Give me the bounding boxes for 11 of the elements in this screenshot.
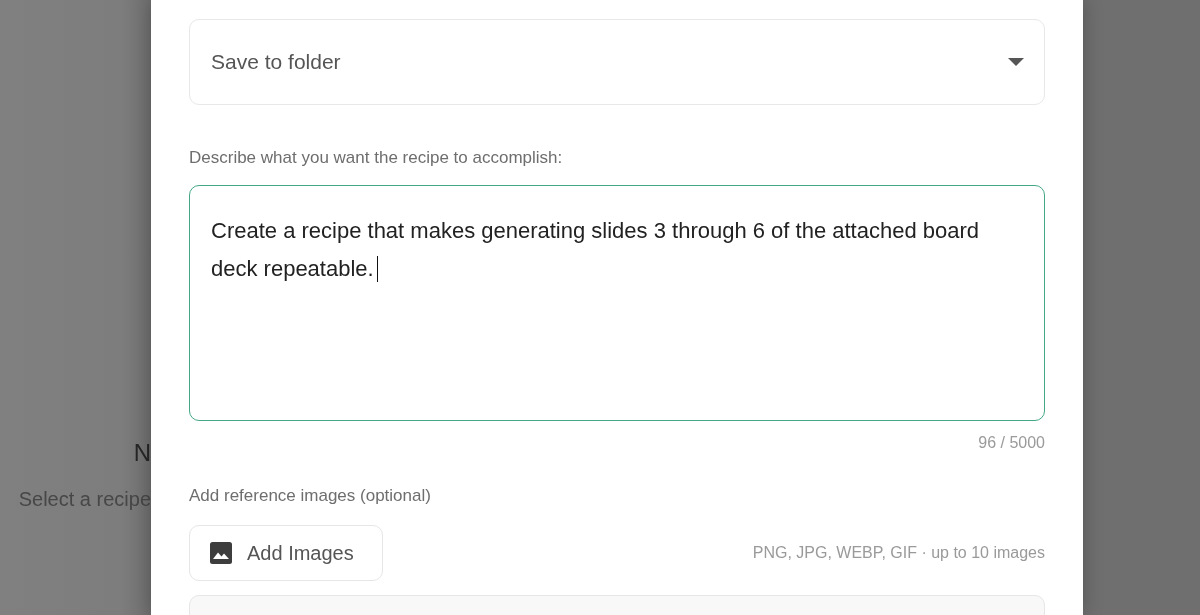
- page-heading: N: [133, 439, 151, 467]
- field-label: Describe what you want the recipe to accomplish:: [189, 147, 564, 169]
- character-counter: 96 / 5000: [978, 433, 1045, 453]
- file-type-hint: PNG, JPG, WEBP, GIF · up to 10 images: [752, 543, 1045, 563]
- add-images-button[interactable]: Add Images: [189, 525, 383, 581]
- text-cursor-icon: [376, 256, 379, 282]
- field-label: Add reference images (optional): [189, 485, 432, 507]
- image-icon: [210, 542, 232, 564]
- folder-select[interactable]: Save to folder: [189, 19, 1045, 105]
- description-field[interactable]: Create a recipe that makes generating slides 3 through 6 of the attached board deck repeatable.: [189, 185, 1045, 421]
- caret-icon: [1008, 58, 1024, 66]
